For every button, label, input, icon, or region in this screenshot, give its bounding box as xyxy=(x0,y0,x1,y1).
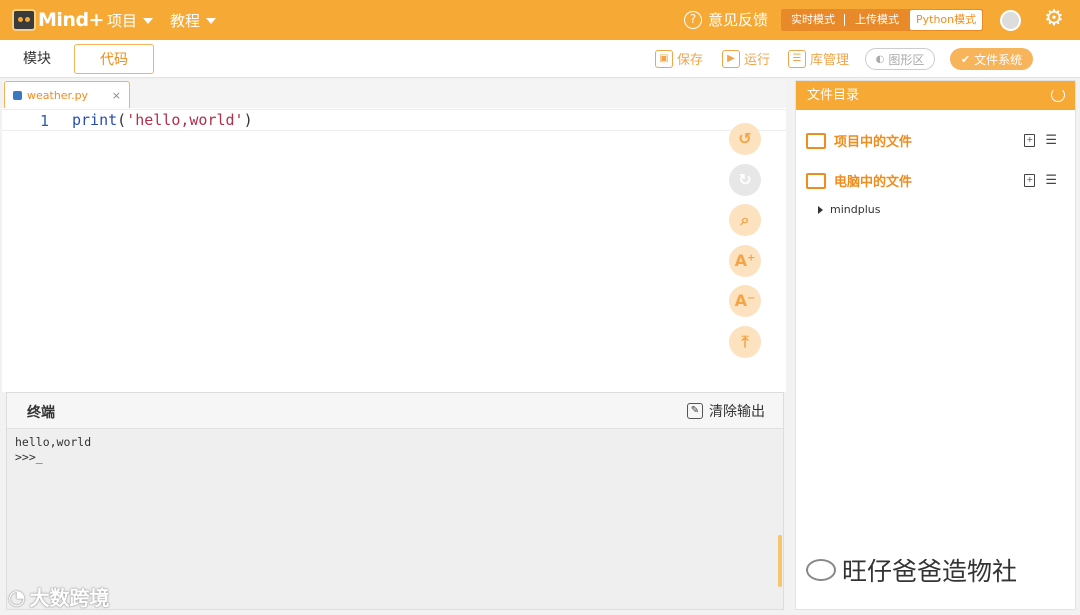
menu-project[interactable]: 项目 xyxy=(107,10,154,31)
monitor-icon xyxy=(806,172,826,189)
editor-toolbar: 模块 代码 ▣ 保存 ▶ 运行 ☰ 库管理 ◐ 图形区 ✔ 文件系统 xyxy=(0,40,1080,78)
project-file-actions: + ☰ xyxy=(1024,133,1057,148)
file-panel-title: 文件目录 xyxy=(807,88,860,103)
tab-code[interactable]: 代码 xyxy=(74,44,154,74)
file-panel-header: 文件目录 xyxy=(796,81,1075,110)
section-project-label: 项目中的文件 xyxy=(834,135,913,150)
computer-file-actions: + ☰ xyxy=(1024,173,1057,188)
code-line[interactable]: 1 print('hello,world') xyxy=(2,109,786,131)
scroll-top-icon[interactable]: ⤒ xyxy=(729,326,761,358)
menu-tutorial[interactable]: 教程 xyxy=(170,10,217,31)
watermark-right-text: 旺仔爸爸造物社 xyxy=(842,557,1018,586)
feedback-button[interactable]: ? 意见反馈 xyxy=(684,9,768,30)
search-icon[interactable]: ⌕ xyxy=(729,204,761,236)
section-computer-label: 电脑中的文件 xyxy=(834,175,913,190)
terminal-line: hello,world xyxy=(15,435,92,449)
graphics-label: 图形区 xyxy=(888,52,925,67)
terminal-title: 终端 xyxy=(27,405,55,421)
save-label: 保存 xyxy=(677,53,704,68)
code-function: print xyxy=(72,111,118,129)
scrollbar[interactable] xyxy=(778,535,782,587)
terminal-output[interactable]: hello,world >>>_ xyxy=(15,435,91,465)
file-tabs: weather.py × xyxy=(2,80,786,108)
mode-python[interactable]: Python模式 xyxy=(910,10,983,30)
clear-output-button[interactable]: ✎ 清除输出 xyxy=(687,401,765,421)
watermark-left-text: 大数跨境 xyxy=(29,586,110,610)
question-icon: ? xyxy=(684,10,702,29)
wechat-icon xyxy=(806,559,836,581)
tab-blocks[interactable]: 模块 xyxy=(0,44,74,74)
font-increase-icon[interactable]: A⁺ xyxy=(729,245,761,277)
avatar[interactable] xyxy=(1000,10,1021,31)
feedback-label: 意见反馈 xyxy=(708,11,769,29)
chevron-down-icon xyxy=(206,17,217,24)
code-string: 'hello,world' xyxy=(126,111,244,129)
new-file-icon[interactable]: + xyxy=(1024,174,1036,187)
chevron-down-icon xyxy=(143,17,154,24)
code-paren-open: ( xyxy=(117,111,127,129)
graphics-button[interactable]: ◐ 图形区 xyxy=(865,48,935,70)
watermark-right: 旺仔爸爸造物社 xyxy=(806,552,1017,588)
menu-icon[interactable]: ☰ xyxy=(1045,133,1057,148)
save-icon: ▣ xyxy=(655,49,673,68)
mode-switcher: 实时模式 上传模式 Python模式 xyxy=(781,9,984,31)
run-button[interactable]: ▶ 运行 xyxy=(722,49,770,68)
mode-upload[interactable]: 上传模式 xyxy=(845,9,909,31)
menu-project-label: 项目 xyxy=(107,12,138,30)
code-paren-close: ) xyxy=(243,111,253,129)
tree-item[interactable]: mindplus xyxy=(818,203,880,216)
new-file-icon[interactable]: + xyxy=(1024,134,1036,147)
terminal-header: 终端 ✎ 清除输出 xyxy=(7,393,783,429)
list-icon xyxy=(806,132,826,149)
terminal-panel: 终端 ✎ 清除输出 hello,world >>>_ xyxy=(6,392,784,610)
library-label: 库管理 xyxy=(810,53,850,68)
section-computer-files[interactable]: 电脑中的文件 xyxy=(806,171,912,190)
code-text[interactable]: print('hello,world') xyxy=(72,111,253,129)
save-button[interactable]: ▣ 保存 xyxy=(655,49,703,68)
tree-item-label: mindplus xyxy=(830,203,881,216)
code-editor[interactable]: weather.py × 1 print('hello,world') ↺ ↻ … xyxy=(2,80,786,392)
app-logo: Mind+ xyxy=(12,6,104,34)
undo-icon[interactable]: ↺ xyxy=(729,123,761,155)
menu-icon[interactable]: ☰ xyxy=(1045,173,1057,188)
top-bar: Mind+ 项目 教程 ? 意见反馈 实时模式 上传模式 Python模式 ⚙ xyxy=(0,0,1080,40)
refresh-icon[interactable] xyxy=(1051,88,1065,102)
file-tab-label: weather.py xyxy=(27,88,89,102)
weibo-icon: ◔ xyxy=(8,584,26,609)
library-icon: ☰ xyxy=(788,49,806,68)
graphics-icon: ◐ xyxy=(875,53,885,65)
python-file-icon xyxy=(13,90,22,100)
expand-arrow-icon[interactable] xyxy=(818,205,823,214)
filesystem-button[interactable]: ✔ 文件系统 xyxy=(950,48,1033,70)
mode-realtime[interactable]: 实时模式 xyxy=(781,9,845,31)
logo-text: Mind+ xyxy=(38,9,104,31)
redo-icon[interactable]: ↻ xyxy=(729,164,761,196)
run-label: 运行 xyxy=(744,53,771,68)
file-tab[interactable]: weather.py × xyxy=(4,81,130,108)
filesystem-label: 文件系统 xyxy=(974,52,1023,67)
broom-icon: ✎ xyxy=(687,403,703,419)
close-icon[interactable]: × xyxy=(112,89,121,102)
file-directory-panel: 文件目录 项目中的文件 + ☰ 电脑中的文件 + ☰ mindplus xyxy=(795,80,1076,610)
font-decrease-icon[interactable]: A⁻ xyxy=(729,285,761,317)
clear-output-label: 清除输出 xyxy=(709,404,765,420)
terminal-prompt: >>>_ xyxy=(15,450,43,464)
check-circle-icon: ✔ xyxy=(960,52,971,66)
menu-tutorial-label: 教程 xyxy=(170,12,201,30)
play-icon: ▶ xyxy=(722,49,740,68)
section-project-files[interactable]: 项目中的文件 xyxy=(806,131,912,150)
robot-logo-icon xyxy=(12,9,36,31)
library-button[interactable]: ☰ 库管理 xyxy=(788,49,849,68)
gear-icon[interactable]: ⚙ xyxy=(1043,8,1065,30)
watermark-left: ◔ 大数跨境 xyxy=(8,582,109,611)
line-number: 1 xyxy=(40,112,50,130)
